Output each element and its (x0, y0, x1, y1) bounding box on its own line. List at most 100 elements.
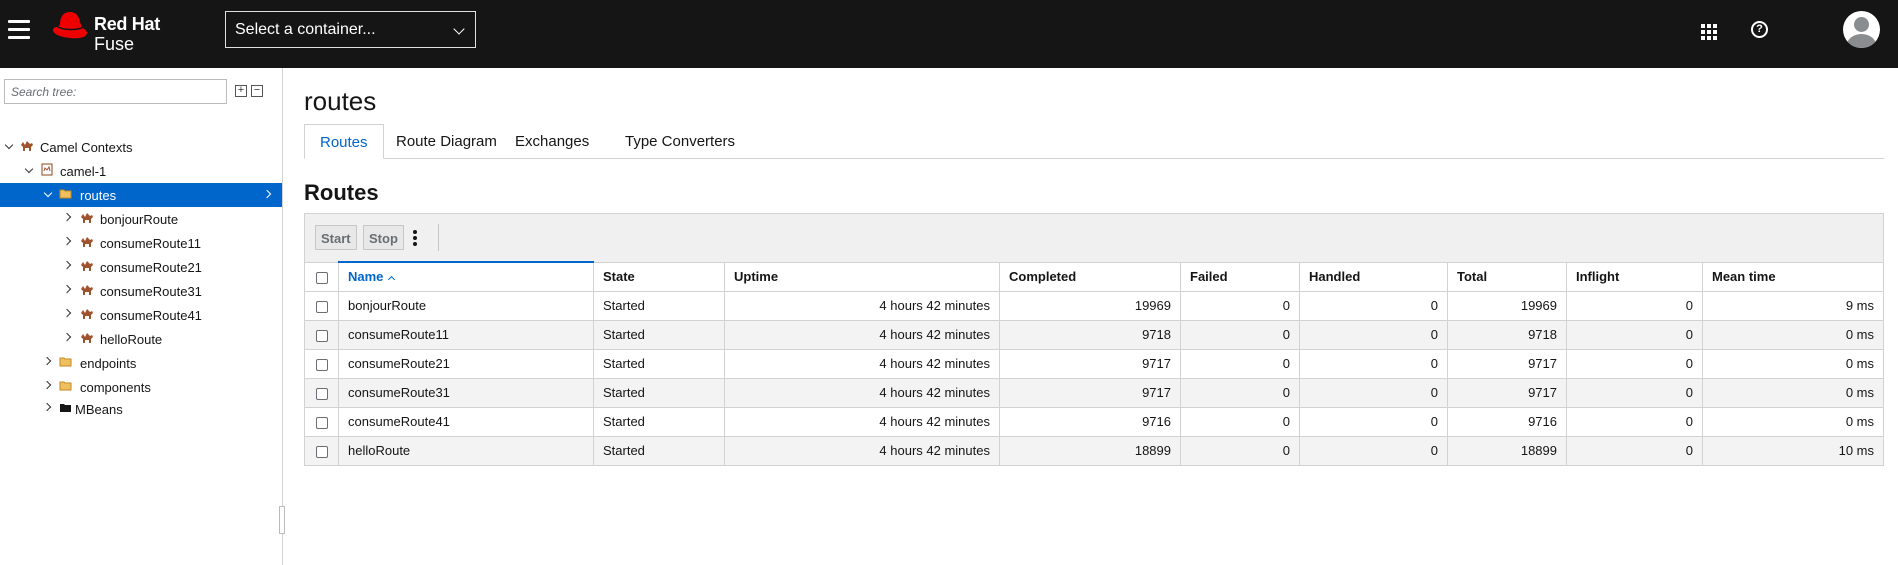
cell-total: 9717 (1447, 377, 1567, 408)
row-select-cell (304, 406, 339, 437)
chevron-down-icon[interactable] (43, 188, 53, 198)
route-icon (81, 237, 93, 247)
table-row[interactable]: consumeRoute11 Started 4 hours 42 minutes 9… (304, 319, 1884, 350)
row-select-cell (304, 319, 339, 350)
camel-icon (21, 141, 33, 151)
column-header-inflight[interactable]: Inflight (1566, 261, 1703, 292)
folder-open-icon (59, 381, 72, 391)
table-row[interactable]: consumeRoute31 Started 4 hours 42 minutes 9… (304, 377, 1884, 408)
chevron-right-icon[interactable] (62, 212, 72, 222)
tree-item-endpoints[interactable]: endpoints (0, 351, 282, 375)
cell-completed: 9717 (999, 348, 1181, 379)
route-icon (81, 333, 93, 343)
expand-all-icon[interactable]: + (235, 85, 247, 97)
cell-state: Started (593, 319, 725, 350)
chevron-right-icon[interactable] (42, 380, 52, 390)
chevron-right-icon[interactable] (42, 356, 52, 366)
chevron-down-icon[interactable] (4, 140, 14, 150)
menu-icon[interactable] (8, 20, 30, 40)
column-header-failed[interactable]: Failed (1180, 261, 1300, 292)
apps-grid-icon[interactable] (1701, 24, 1717, 40)
tree-item-route[interactable]: consumeRoute11 (0, 231, 282, 255)
table-row[interactable]: bonjourRoute Started 4 hours 42 minutes 199… (304, 290, 1884, 321)
user-avatar-icon[interactable] (1843, 11, 1880, 48)
tree-item-route[interactable]: helloRoute (0, 327, 282, 351)
tree-item-camel-1[interactable]: camel-1 (0, 159, 282, 183)
select-all-cell (304, 261, 339, 292)
sort-ascending-icon (388, 276, 396, 284)
cell-uptime: 4 hours 42 minutes (724, 435, 1000, 466)
cell-uptime: 4 hours 42 minutes (724, 319, 1000, 350)
row-select-cell (304, 348, 339, 379)
column-header-name[interactable]: Name (338, 261, 594, 292)
cell-name: consumeRoute11 (338, 319, 594, 350)
tab-type-converters[interactable]: Type Converters (610, 124, 750, 159)
chevron-right-icon[interactable] (62, 236, 72, 246)
toolbar-divider (438, 224, 439, 251)
tree-label: bonjourRoute (100, 212, 179, 227)
chevron-right-icon[interactable] (62, 284, 72, 294)
chevron-right-icon[interactable] (62, 260, 72, 270)
column-header-handled[interactable]: Handled (1299, 261, 1448, 292)
kebab-menu-icon[interactable] (413, 230, 417, 246)
red-hat-fuse-logo[interactable]: Red Hat Fuse (52, 10, 172, 54)
tree-item-route[interactable]: consumeRoute31 (0, 279, 282, 303)
column-header-mean-time[interactable]: Mean time (1702, 261, 1884, 292)
table-toolbar: Start Stop (304, 213, 1884, 262)
start-button[interactable]: Start (315, 225, 357, 250)
cell-state: Started (593, 406, 725, 437)
tab-routes[interactable]: Routes (304, 124, 384, 159)
cell-failed: 0 (1180, 406, 1300, 437)
tab-exchanges[interactable]: Exchanges (500, 124, 604, 159)
tree-item-route[interactable]: consumeRoute41 (0, 303, 282, 327)
chevron-right-icon[interactable] (62, 308, 72, 318)
tree-item-components[interactable]: components (0, 375, 282, 399)
cell-failed: 0 (1180, 290, 1300, 321)
select-all-checkbox[interactable] (315, 271, 328, 284)
cell-total: 9716 (1447, 406, 1567, 437)
row-checkbox[interactable] (315, 387, 328, 400)
tree-item-route[interactable]: bonjourRoute (0, 207, 282, 231)
cell-handled: 0 (1299, 319, 1448, 350)
table-row[interactable]: helloRoute Started 4 hours 42 minutes 18899… (304, 435, 1884, 466)
column-header-uptime[interactable]: Uptime (724, 261, 1000, 292)
tree-label: camel-1 (60, 164, 107, 179)
row-checkbox[interactable] (315, 358, 328, 371)
tree-label: consumeRoute11 (100, 236, 201, 251)
chevron-right-icon (262, 189, 272, 199)
chevron-right-icon[interactable] (62, 332, 72, 342)
help-icon[interactable]: ? (1751, 21, 1768, 38)
tree-item-routes[interactable]: routes (0, 183, 282, 207)
row-checkbox[interactable] (315, 300, 328, 313)
stop-button[interactable]: Stop (363, 225, 404, 250)
tree-item-camel-contexts[interactable]: Camel Contexts (0, 135, 282, 159)
table-row[interactable]: consumeRoute41 Started 4 hours 42 minutes 9… (304, 406, 1884, 437)
search-tree-input[interactable] (4, 79, 227, 104)
cell-uptime: 4 hours 42 minutes (724, 348, 1000, 379)
collapse-all-icon[interactable]: − (251, 85, 263, 97)
cell-name: bonjourRoute (338, 290, 594, 321)
cell-handled: 0 (1299, 290, 1448, 321)
cell-handled: 0 (1299, 377, 1448, 408)
chevron-right-icon[interactable] (42, 402, 52, 412)
column-header-completed[interactable]: Completed (999, 261, 1181, 292)
tree-item-mbeans[interactable]: MBeans (0, 397, 282, 421)
cell-completed: 9717 (999, 377, 1181, 408)
row-checkbox[interactable] (315, 329, 328, 342)
row-checkbox[interactable] (315, 445, 328, 458)
tab-route-diagram[interactable]: Route Diagram (381, 124, 512, 159)
column-header-total[interactable]: Total (1447, 261, 1567, 292)
table-row[interactable]: consumeRoute21 Started 4 hours 42 minutes 9… (304, 348, 1884, 379)
cell-state: Started (593, 377, 725, 408)
cell-name: consumeRoute41 (338, 406, 594, 437)
table-header-row: Name State Uptime Completed Failed Handl… (304, 261, 1884, 292)
row-checkbox[interactable] (315, 416, 328, 429)
container-select-dropdown[interactable]: Select a container... (225, 11, 476, 48)
tree-label: Camel Contexts (40, 140, 133, 155)
sidebar-resize-handle[interactable] (279, 506, 285, 534)
column-header-state[interactable]: State (593, 261, 725, 292)
chevron-down-icon[interactable] (24, 164, 34, 174)
tree-label: consumeRoute31 (100, 284, 202, 299)
cell-completed: 9718 (999, 319, 1181, 350)
tree-item-route[interactable]: consumeRoute21 (0, 255, 282, 279)
